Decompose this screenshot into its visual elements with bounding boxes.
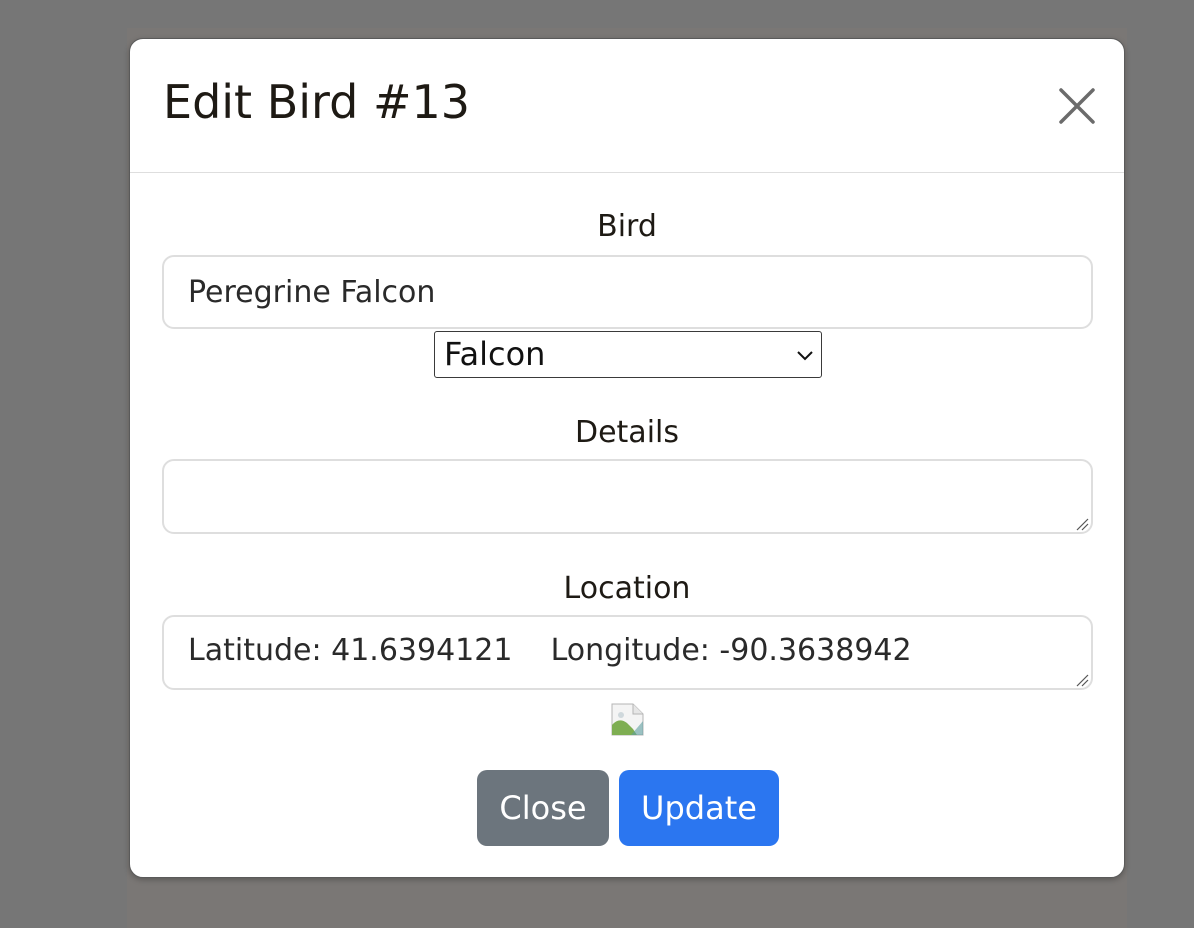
close-button[interactable]: Close bbox=[477, 770, 609, 846]
details-label: Details bbox=[574, 415, 679, 450]
location-textarea[interactable]: Latitude: 41.6394121 Longitude: -90.3638… bbox=[162, 615, 1093, 690]
bird-name-input[interactable] bbox=[162, 255, 1093, 329]
location-text: Latitude: 41.6394121 Longitude: -90.3638… bbox=[188, 633, 912, 668]
modal-title: Edit Bird #13 bbox=[163, 75, 471, 129]
edit-bird-modal: Edit Bird #13 Bird Falcon Details Locati… bbox=[129, 38, 1125, 878]
modal-header: Edit Bird #13 bbox=[130, 39, 1124, 173]
bird-category-select[interactable]: Falcon bbox=[434, 331, 822, 378]
broken-image-icon bbox=[611, 703, 644, 736]
bird-label: Bird bbox=[597, 209, 657, 244]
details-textarea[interactable] bbox=[162, 459, 1093, 534]
chevron-down-icon bbox=[797, 347, 813, 361]
resize-grip-icon[interactable] bbox=[1075, 672, 1089, 687]
bird-category-selected: Falcon bbox=[444, 335, 546, 373]
update-button[interactable]: Update bbox=[619, 770, 779, 846]
close-icon[interactable] bbox=[1058, 87, 1096, 125]
resize-grip-icon[interactable] bbox=[1075, 516, 1089, 531]
location-label: Location bbox=[563, 571, 691, 606]
